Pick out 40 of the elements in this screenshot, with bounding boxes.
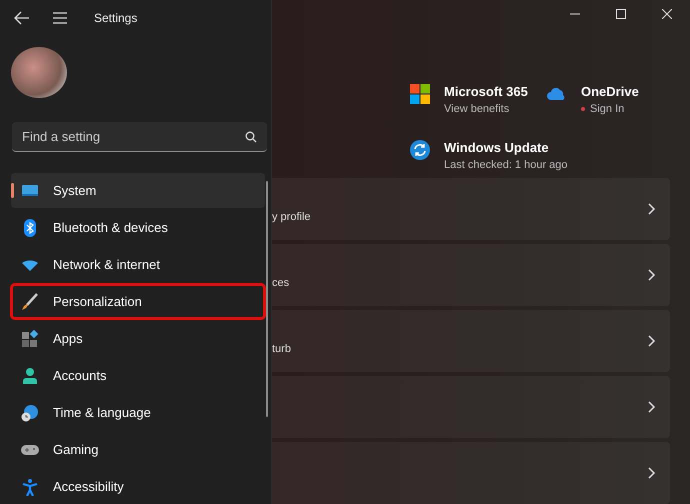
paintbrush-icon	[21, 292, 39, 310]
person-icon	[21, 366, 39, 384]
refresh-icon	[410, 140, 430, 160]
nav-item[interactable]: Accounts	[11, 358, 265, 393]
selection-indicator	[11, 183, 14, 198]
tile-subtitle: View benefits	[444, 103, 510, 116]
nav-item[interactable]: Network & internet	[11, 247, 265, 282]
settings-card[interactable]: y profile	[272, 178, 670, 240]
window-title: Settings	[94, 11, 138, 26]
settings-card[interactable]: turb	[272, 310, 670, 372]
back-arrow-icon	[14, 11, 30, 26]
nav-item[interactable]: Bluetooth & devices	[11, 210, 265, 245]
tile-title[interactable]: OneDrive	[581, 84, 639, 100]
nav-item[interactable]: Accessibility	[11, 469, 265, 504]
tile-subtitle: Sign In	[590, 103, 624, 116]
nav-item[interactable]: Apps	[11, 321, 265, 356]
card-description: ces	[272, 277, 290, 289]
nav-item[interactable]: Personalization	[11, 284, 265, 319]
alert-dot	[581, 107, 585, 112]
close-icon	[662, 9, 672, 19]
tile-title[interactable]: Windows Update	[444, 140, 568, 156]
nav-item[interactable]: Gaming	[11, 432, 265, 467]
tile-title[interactable]: Microsoft 365	[444, 84, 528, 100]
bluetooth-icon	[21, 218, 39, 236]
nav-item[interactable]: System	[11, 173, 265, 208]
four-squares-icon	[410, 84, 430, 104]
nav-item[interactable]: Time & language	[11, 395, 265, 430]
card-description: y profile	[272, 211, 311, 223]
cloud-icon	[547, 87, 567, 102]
globe-clock-icon	[21, 404, 39, 422]
search-icon	[245, 131, 257, 143]
scrollbar[interactable]	[266, 181, 268, 417]
menu-icon	[52, 12, 68, 24]
maximize-icon	[616, 9, 626, 19]
search-field[interactable]: Find a setting	[12, 122, 267, 152]
apps-icon	[21, 330, 39, 348]
accessibility-icon	[21, 478, 39, 496]
tile-subtitle: Last checked: 1 hour ago	[444, 159, 568, 172]
card-description: turb	[272, 343, 291, 355]
settings-card[interactable]: ces	[272, 244, 670, 306]
